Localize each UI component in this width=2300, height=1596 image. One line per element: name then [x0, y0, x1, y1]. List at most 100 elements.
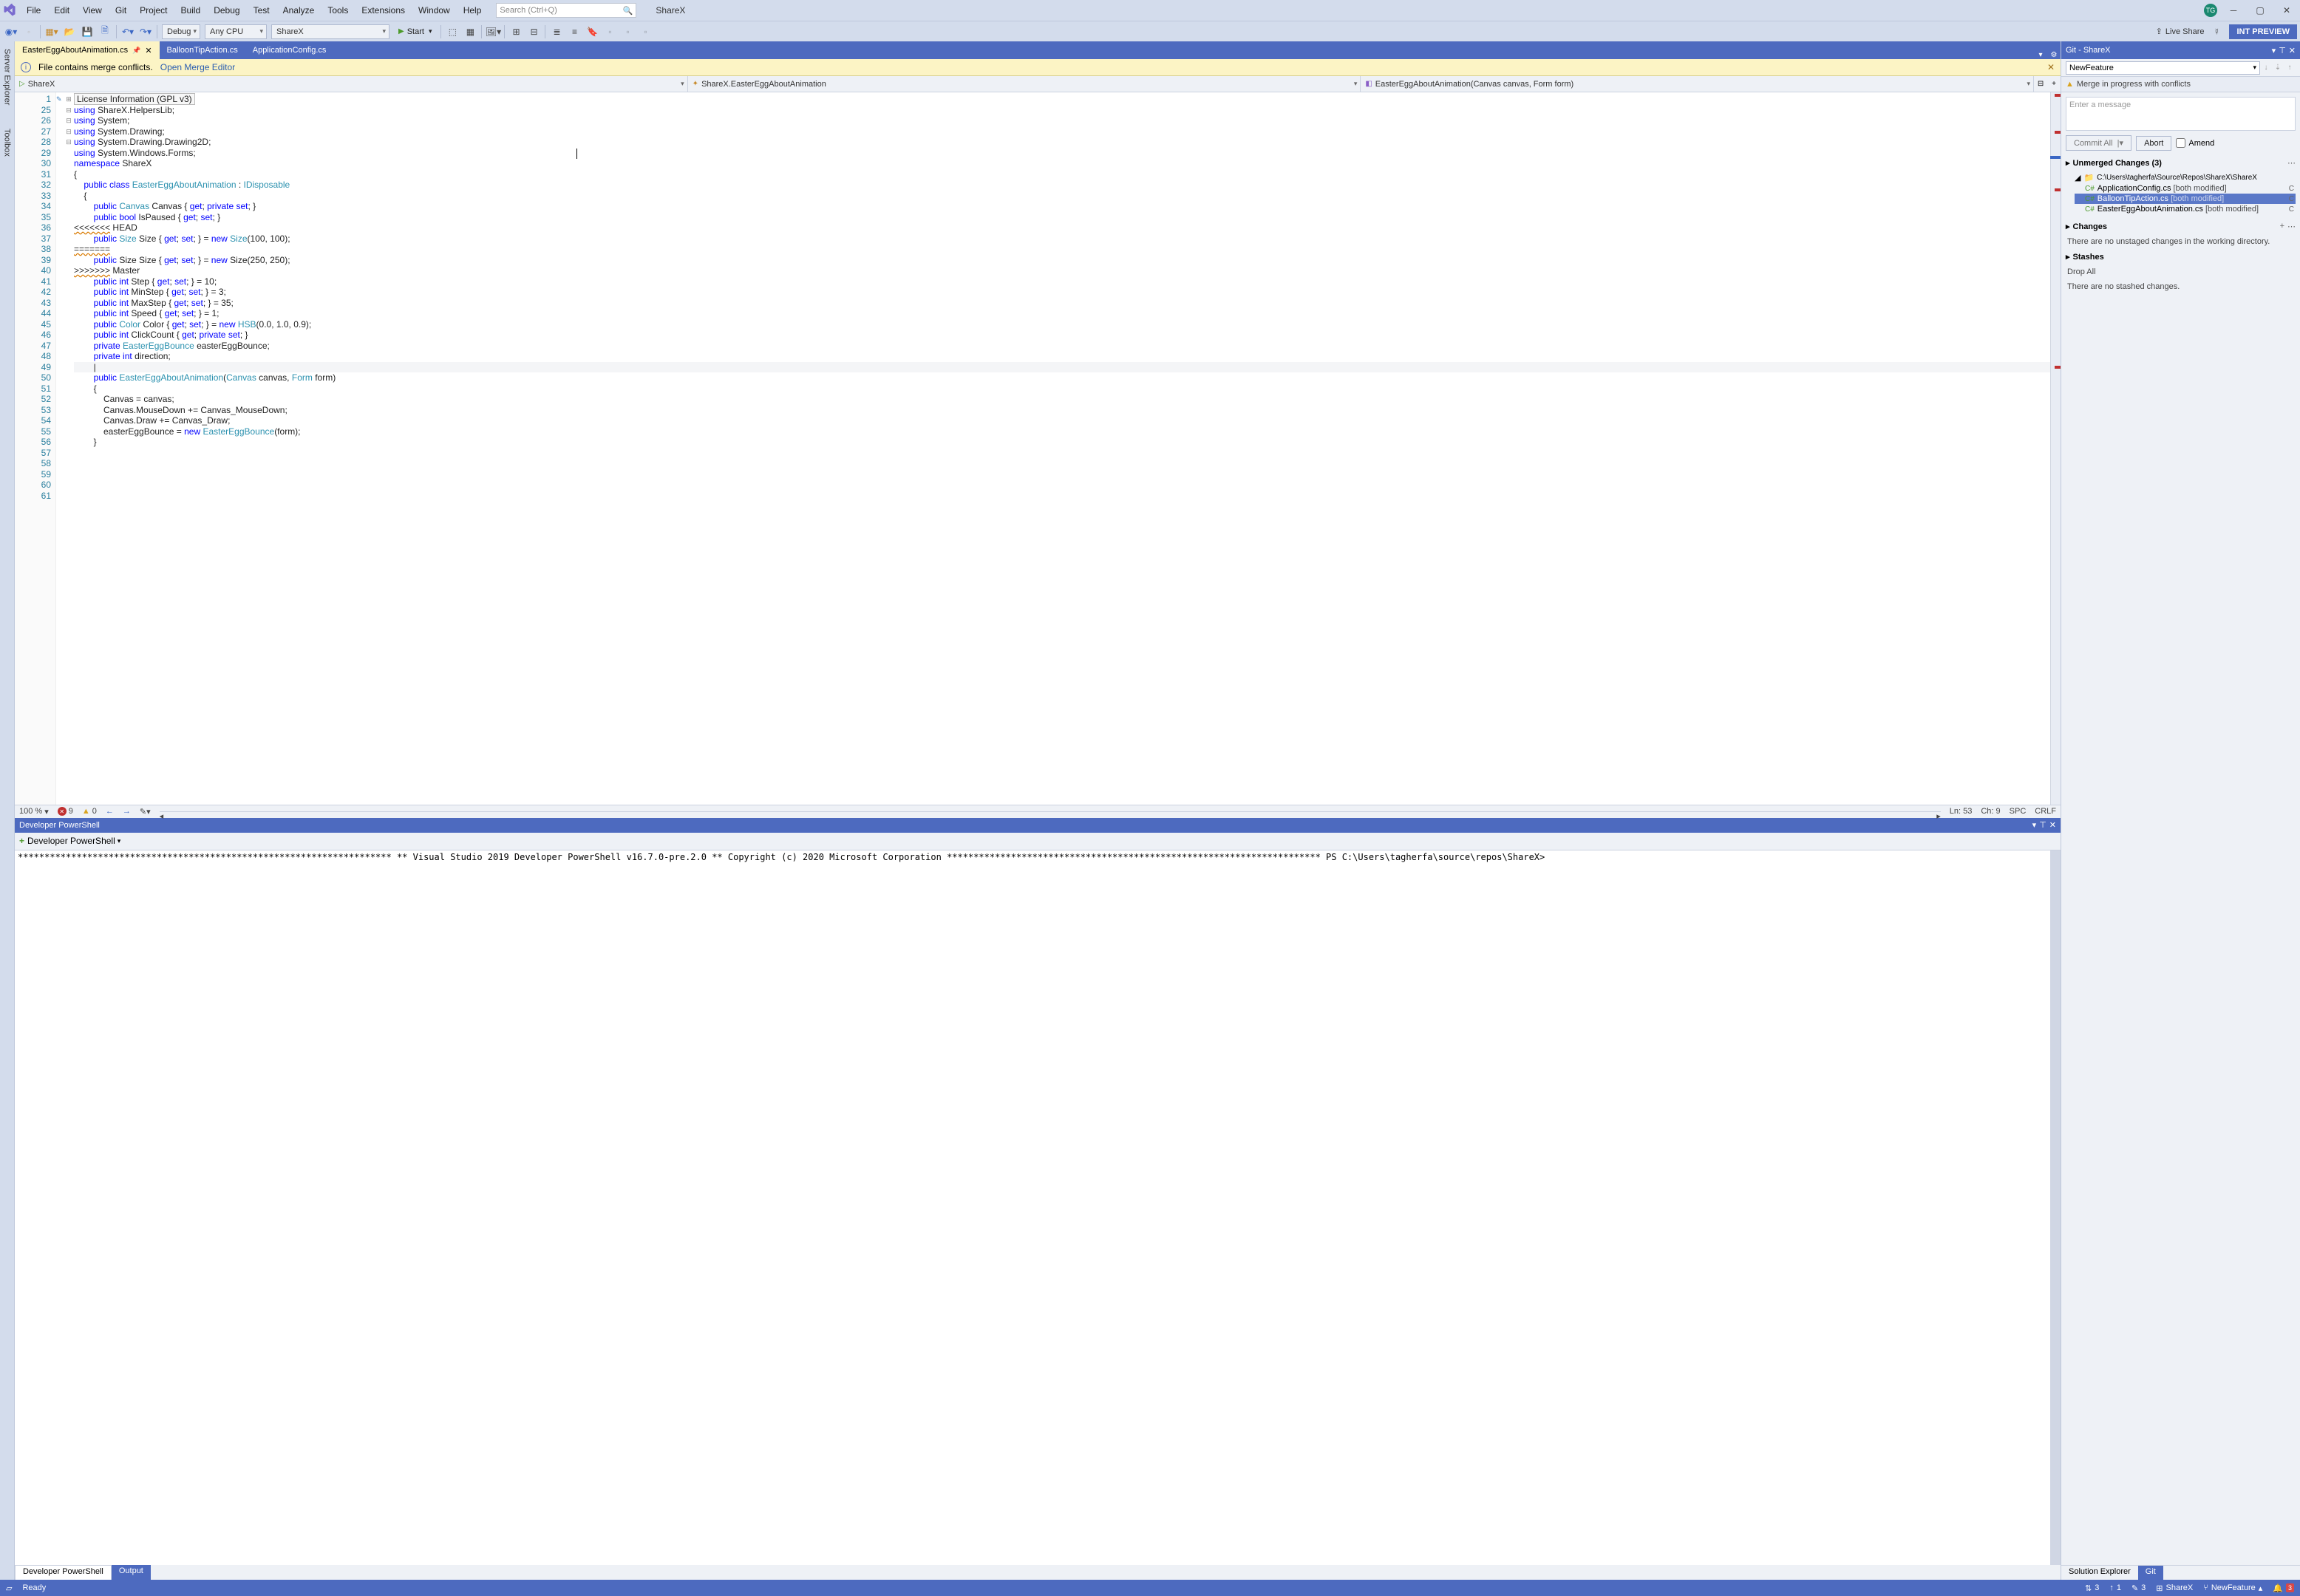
scroll-strip[interactable] [2050, 92, 2061, 805]
tab-EasterEggAboutAnimation.cs[interactable]: EasterEggAboutAnimation.cs📌✕ [15, 41, 160, 59]
open-icon[interactable]: 📂 [61, 24, 78, 40]
powershell-terminal[interactable]: ****************************************… [15, 850, 2061, 1566]
menu-view[interactable]: View [77, 2, 108, 18]
menu-debug[interactable]: Debug [208, 2, 245, 18]
git-pin-icon[interactable]: ⊤ [2279, 46, 2286, 55]
warning-count[interactable]: ▲0 [82, 807, 97, 816]
new-project-icon[interactable]: ▦▾ [44, 24, 60, 40]
menu-file[interactable]: File [21, 2, 47, 18]
tb-icon-6[interactable]: ≣ [548, 24, 565, 40]
sb-outgoing[interactable]: ↑ 1 [2109, 1583, 2121, 1592]
more-icon[interactable]: ⋯ [2287, 222, 2296, 231]
feedback-icon[interactable]: ☿ [2208, 24, 2225, 40]
tb-icon-1[interactable]: ⬚ [444, 24, 460, 40]
more-icon[interactable]: ⋯ [2287, 158, 2296, 168]
plus-icon[interactable]: + [19, 836, 24, 846]
sb-pencil[interactable]: ✎ 3 [2131, 1583, 2146, 1593]
menu-tools[interactable]: Tools [321, 2, 354, 18]
save-icon[interactable]: 💾 [79, 24, 95, 40]
tab-ApplicationConfig.cs[interactable]: ApplicationConfig.cs [245, 41, 334, 59]
menu-analyze[interactable]: Analyze [277, 2, 321, 18]
repo-path-row[interactable]: ◢📁 C:\Users\tagherfa\Source\Repos\ShareX… [2075, 172, 2296, 183]
close-icon[interactable]: ✕ [145, 46, 152, 55]
tb-icon-4[interactable]: ⊞ [508, 24, 524, 40]
stage-all-icon[interactable]: + [2280, 222, 2284, 231]
minimize-button[interactable]: ─ [2223, 2, 2244, 18]
zoom-combo[interactable]: 100 % ▾ [19, 807, 49, 816]
ps-dropdown-icon[interactable]: ▾ [2032, 820, 2037, 830]
abort-button[interactable]: Abort [2136, 136, 2171, 151]
rail-server-explorer[interactable]: Server Explorer [1, 44, 13, 109]
search-input[interactable]: Search (Ctrl+Q) 🔍 [496, 3, 636, 18]
menu-help[interactable]: Help [457, 2, 488, 18]
git-dropdown-icon[interactable]: ▾ [2272, 46, 2276, 55]
ps-close-icon[interactable]: ✕ [2049, 820, 2056, 830]
nav-fwd-footer[interactable]: → [123, 807, 131, 816]
tb-icon-3[interactable]: 🖼▾ [485, 24, 501, 40]
fetch-icon[interactable]: ↓ [2260, 64, 2272, 72]
bottom-tab-output[interactable]: Output [112, 1565, 151, 1580]
nav-plus-icon[interactable]: + [2047, 76, 2061, 92]
close-button[interactable]: ✕ [2276, 2, 2297, 18]
platform-combo[interactable]: Any CPU [205, 24, 267, 39]
push-icon[interactable]: ↑ [2284, 64, 2296, 72]
ps-toolbar-chevron[interactable]: ▾ [118, 837, 121, 845]
sb-notifications[interactable]: 🔔3 [2273, 1583, 2294, 1593]
menu-edit[interactable]: Edit [48, 2, 75, 18]
config-combo[interactable]: Debug [162, 24, 200, 39]
error-count[interactable]: ✕9 [58, 807, 73, 816]
menu-test[interactable]: Test [248, 2, 276, 18]
pull-icon[interactable]: ⇣ [2272, 64, 2284, 72]
nav-back-icon[interactable]: ◉▾ [3, 24, 19, 40]
git-file-row[interactable]: C#EasterEggAboutAnimation.cs [both modif… [2075, 204, 2296, 214]
changes-section-header[interactable]: ▸Changes +⋯ [2061, 219, 2300, 234]
sb-repo[interactable]: ⊞ ShareX [2156, 1583, 2193, 1593]
tb-icon-5[interactable]: ⊟ [525, 24, 542, 40]
menu-extensions[interactable]: Extensions [355, 2, 411, 18]
nav-back-footer[interactable]: ← [106, 807, 114, 816]
git-file-row[interactable]: C#ApplicationConfig.cs [both modified]C [2075, 183, 2296, 194]
col-indicator[interactable]: Ch: 9 [1981, 807, 2000, 816]
solution-name[interactable]: ShareX [645, 2, 695, 18]
menu-git[interactable]: Git [109, 2, 132, 18]
tb-icon-7[interactable]: ≡ [566, 24, 582, 40]
save-all-icon[interactable]: 🗎 [97, 24, 113, 40]
tab-BalloonTipAction.cs[interactable]: BalloonTipAction.cs [160, 41, 245, 59]
stashes-section-header[interactable]: ▸Stashes [2061, 249, 2300, 265]
nav-class-combo[interactable]: ✦ShareX.EasterEggAboutAnimation [688, 76, 1361, 92]
nav-project-combo[interactable]: ▷ShareX [15, 76, 688, 92]
code-editor[interactable]: 1252627282930313233343536373839404142434… [15, 92, 2061, 805]
health-icon[interactable]: ✎▾ [140, 807, 151, 816]
redo-icon[interactable]: ↷▾ [137, 24, 154, 40]
startup-combo[interactable]: ShareX [271, 24, 389, 39]
code-content[interactable]: License Information (GPL v3)using ShareX… [74, 92, 2050, 805]
unmerged-section-header[interactable]: ▸Unmerged Changes (3) ⋯ [2061, 155, 2300, 171]
eol-indicator[interactable]: CRLF [2035, 807, 2056, 816]
sb-incoming[interactable]: ⇅ 3 [2085, 1583, 2099, 1593]
open-merge-editor-link[interactable]: Open Merge Editor [160, 62, 235, 72]
menu-window[interactable]: Window [412, 2, 456, 18]
amend-checkbox[interactable]: Amend [2176, 138, 2214, 148]
tab-dropdown-icon[interactable]: ▾ [2034, 51, 2047, 59]
int-preview-badge[interactable]: INT PREVIEW [2229, 24, 2297, 39]
git-close-icon[interactable]: ✕ [2289, 46, 2296, 55]
fold-column[interactable]: ⊞⊟⊟⊟⊟ [64, 92, 74, 805]
live-share-button[interactable]: ⇪Live Share [2156, 27, 2205, 36]
nav-split-icon[interactable]: ⊟ [2034, 76, 2047, 92]
rail-toolbox[interactable]: Toolbox [1, 124, 13, 161]
menu-build[interactable]: Build [175, 2, 207, 18]
space-indicator[interactable]: SPC [2010, 807, 2027, 816]
tb-icon-2[interactable]: ▦ [462, 24, 478, 40]
bottom-tab-developer-powershell[interactable]: Developer PowerShell [15, 1565, 112, 1580]
commit-message-input[interactable]: Enter a message [2066, 97, 2296, 131]
undo-icon[interactable]: ↶▾ [120, 24, 136, 40]
close-banner-button[interactable]: ✕ [2047, 62, 2055, 72]
stash-drop-link[interactable]: Drop All [2061, 265, 2300, 279]
branch-combo[interactable]: NewFeature [2066, 61, 2260, 75]
ps-toolbar-label[interactable]: Developer PowerShell [27, 836, 115, 846]
menu-project[interactable]: Project [134, 2, 173, 18]
user-avatar[interactable]: TG [2204, 4, 2217, 17]
maximize-button[interactable]: ▢ [2250, 2, 2270, 18]
ps-pin-icon[interactable]: ⊤ [2039, 820, 2046, 830]
line-indicator[interactable]: Ln: 53 [1950, 807, 1973, 816]
